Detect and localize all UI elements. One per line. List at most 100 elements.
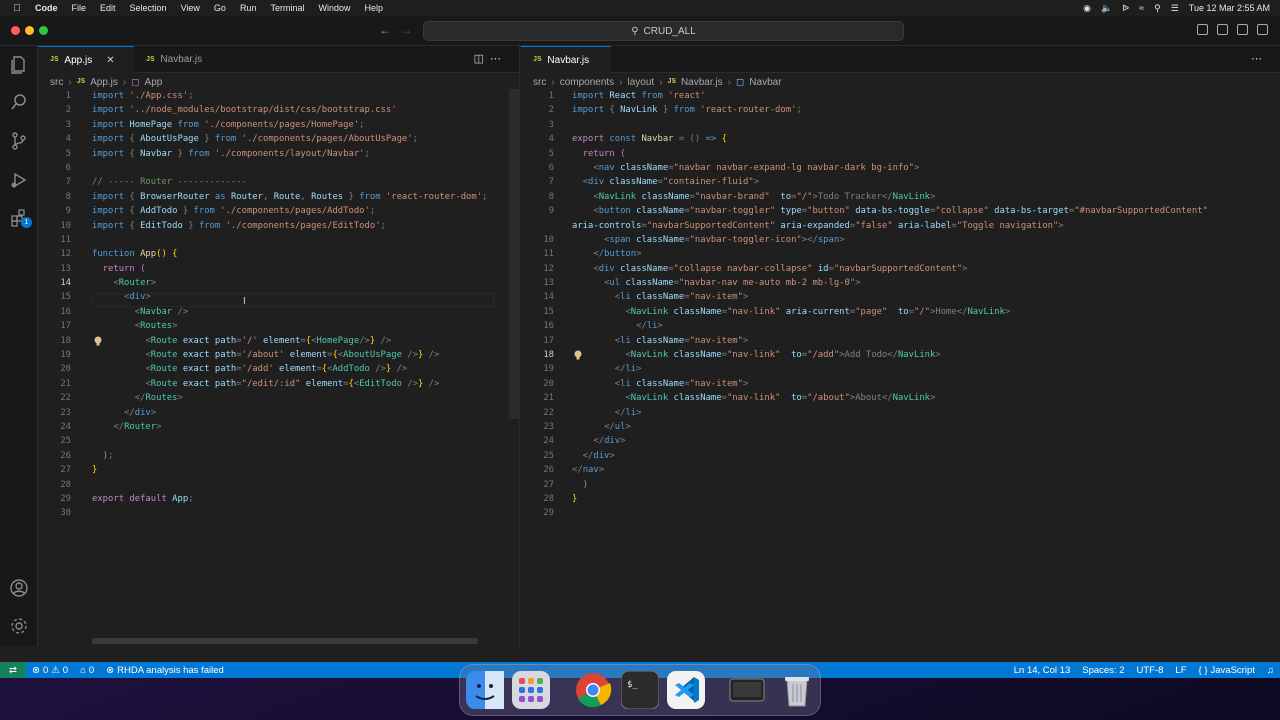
line-number[interactable]: 8 xyxy=(38,190,71,204)
code-line[interactable]: 10 <span className="navbar-toggler-icon"… xyxy=(521,233,1280,247)
code-line[interactable]: 2 import { NavLink } from 'react-router-d… xyxy=(521,103,1280,117)
breadcrumb-item[interactable]: src xyxy=(50,77,63,88)
split-editor-icon[interactable]: ◫ xyxy=(474,53,490,65)
line-number[interactable]: 17 xyxy=(38,319,71,333)
line-number[interactable]: 27 xyxy=(38,463,71,477)
line-number[interactable]: 12 xyxy=(38,247,71,261)
code-line[interactable]: 24 </div> xyxy=(521,434,1280,448)
more-actions-icon[interactable]: ⋯ xyxy=(1251,53,1268,65)
line-number[interactable]: 6 xyxy=(38,161,71,175)
code-line[interactable]: 22 </li> xyxy=(521,406,1280,420)
more-actions-icon[interactable]: ⋯ xyxy=(490,53,507,65)
code-line[interactable]: 23 </div> xyxy=(38,406,519,420)
breadcrumb-item[interactable]: Navbar.js xyxy=(681,77,723,88)
line-number[interactable]: 23 xyxy=(521,420,554,434)
code-line[interactable]: 18 <NavLink className="nav-link" to="/ad… xyxy=(521,348,1280,362)
menu-file[interactable]: File xyxy=(65,3,94,13)
spotlight-icon[interactable]: ⚲ xyxy=(1154,3,1161,14)
code-line[interactable]: 24 </Router> xyxy=(38,420,519,434)
code-line[interactable]: 4 export const Navbar = () => { xyxy=(521,132,1280,146)
chrome-icon[interactable] xyxy=(574,671,612,709)
line-number[interactable]: 19 xyxy=(521,362,554,376)
line-number[interactable]: 7 xyxy=(38,175,71,189)
code-line[interactable]: 30 xyxy=(38,506,519,520)
minimize-window-button[interactable] xyxy=(25,26,34,35)
menubar-clock[interactable]: Tue 12 Mar 2:55 AM xyxy=(1189,3,1270,13)
line-number[interactable]: 28 xyxy=(38,478,71,492)
code-line[interactable]: 17 <Routes> xyxy=(38,319,519,333)
code-line[interactable]: 13 return ( xyxy=(38,262,519,276)
code-line[interactable]: 15 <div> xyxy=(38,290,519,304)
code-line[interactable]: 23 </ul> xyxy=(521,420,1280,434)
line-number[interactable]: 27 xyxy=(521,478,554,492)
files-icon[interactable] xyxy=(9,54,29,74)
line-number[interactable]: 21 xyxy=(521,391,554,405)
language-mode[interactable]: { } JavaScript xyxy=(1193,665,1261,676)
line-number[interactable]: 29 xyxy=(521,506,554,520)
wifi-icon[interactable]: ≈ xyxy=(1139,3,1144,13)
end-of-line[interactable]: LF xyxy=(1169,665,1192,676)
code-line[interactable]: 21 <Route exact path="/edit/:id" element… xyxy=(38,377,519,391)
code-line[interactable]: 8 import { BrowserRouter as Router, Route… xyxy=(38,190,519,204)
tab-app-js[interactable]: JS App.js ✕ xyxy=(38,46,134,73)
code-line[interactable]: 29 xyxy=(521,506,1280,520)
launchpad-icon[interactable] xyxy=(512,671,550,709)
control-center-icon[interactable]: ☰ xyxy=(1171,3,1179,14)
code-line[interactable]: 27} xyxy=(38,463,519,477)
menu-help[interactable]: Help xyxy=(357,3,390,13)
menu-terminal[interactable]: Terminal xyxy=(263,3,311,13)
line-number[interactable]: 14 xyxy=(38,276,71,290)
line-number[interactable]: 2 xyxy=(38,103,71,117)
code-line[interactable]: 11 xyxy=(38,233,519,247)
code-area[interactable]: 1 import './App.css'; 2 import '../node_mod… xyxy=(38,89,519,521)
vscode-icon[interactable] xyxy=(667,671,705,709)
line-number[interactable]: 22 xyxy=(38,391,71,405)
line-number[interactable]: 18 xyxy=(521,348,554,362)
line-number[interactable]: 12 xyxy=(521,262,554,276)
breadcrumb-item[interactable]: components xyxy=(560,77,614,88)
code-line[interactable]: 2 import '../node_modules/bootstrap/dist/… xyxy=(38,103,519,117)
code-line[interactable]: 20 <li className="nav-item"> xyxy=(521,377,1280,391)
code-line[interactable]: 26 ); xyxy=(38,449,519,463)
breadcrumb-item[interactable]: layout xyxy=(628,77,655,88)
line-number[interactable]: 10 xyxy=(38,219,71,233)
menu-edit[interactable]: Edit xyxy=(93,3,123,13)
zoom-window-button[interactable] xyxy=(39,26,48,35)
line-number[interactable]: 25 xyxy=(38,434,71,448)
volume-icon[interactable]: 🔈 xyxy=(1101,3,1112,14)
notifications-bell[interactable]: ♫ xyxy=(1261,665,1280,676)
breadcrumb-item[interactable]: App xyxy=(145,77,163,88)
extensions-icon[interactable]: 1 xyxy=(9,208,32,228)
code-line[interactable]: 28} xyxy=(521,492,1280,506)
line-number[interactable]: 9 xyxy=(38,204,71,218)
line-number[interactable]: 15 xyxy=(38,290,71,304)
indentation[interactable]: Spaces: 2 xyxy=(1076,665,1130,676)
menu-run[interactable]: Run xyxy=(233,3,264,13)
line-number[interactable]: 9 xyxy=(521,204,554,218)
menu-app-name[interactable]: Code xyxy=(28,3,65,13)
line-number[interactable]: 3 xyxy=(38,118,71,132)
line-number[interactable]: 30 xyxy=(38,506,71,520)
breadcrumb-item[interactable]: src xyxy=(533,77,546,88)
cursor-position[interactable]: Ln 14, Col 13 xyxy=(1008,665,1077,676)
code-line[interactable]: 10 import { EditTodo } from './components… xyxy=(38,219,519,233)
code-line[interactable]: 12 <div className="collapse navbar-colla… xyxy=(521,262,1280,276)
vertical-scrollbar[interactable] xyxy=(509,89,519,419)
code-line[interactable]: 4 import { AboutUsPage } from './componen… xyxy=(38,132,519,146)
line-number[interactable]: 1 xyxy=(521,89,554,103)
line-number[interactable]: 4 xyxy=(521,132,554,146)
record-icon[interactable]: ◉ xyxy=(1083,3,1091,14)
code-line[interactable]: 3 import HomePage from './components/page… xyxy=(38,118,519,132)
command-center[interactable]: ⚲ CRUD_ALL xyxy=(423,21,904,41)
bluetooth-icon[interactable]: ᐉ xyxy=(1122,3,1129,14)
code-line[interactable]: 14 <li className="nav-item"> xyxy=(521,290,1280,304)
code-line[interactable]: 6 <nav className="navbar navbar-expand-l… xyxy=(521,161,1280,175)
horizontal-scrollbar[interactable] xyxy=(92,638,478,644)
line-number[interactable]: 10 xyxy=(521,233,554,247)
code-line[interactable]: 18 <Route exact path='/' element={<HomeP… xyxy=(38,334,519,348)
menu-go[interactable]: Go xyxy=(207,3,233,13)
line-number[interactable]: 3 xyxy=(521,118,554,132)
code-line[interactable]: 16 <Navbar /> xyxy=(38,305,519,319)
line-number[interactable]: 18 xyxy=(38,334,71,348)
code-line[interactable]: 13 <ul className="navbar-nav me-auto mb-… xyxy=(521,276,1280,290)
